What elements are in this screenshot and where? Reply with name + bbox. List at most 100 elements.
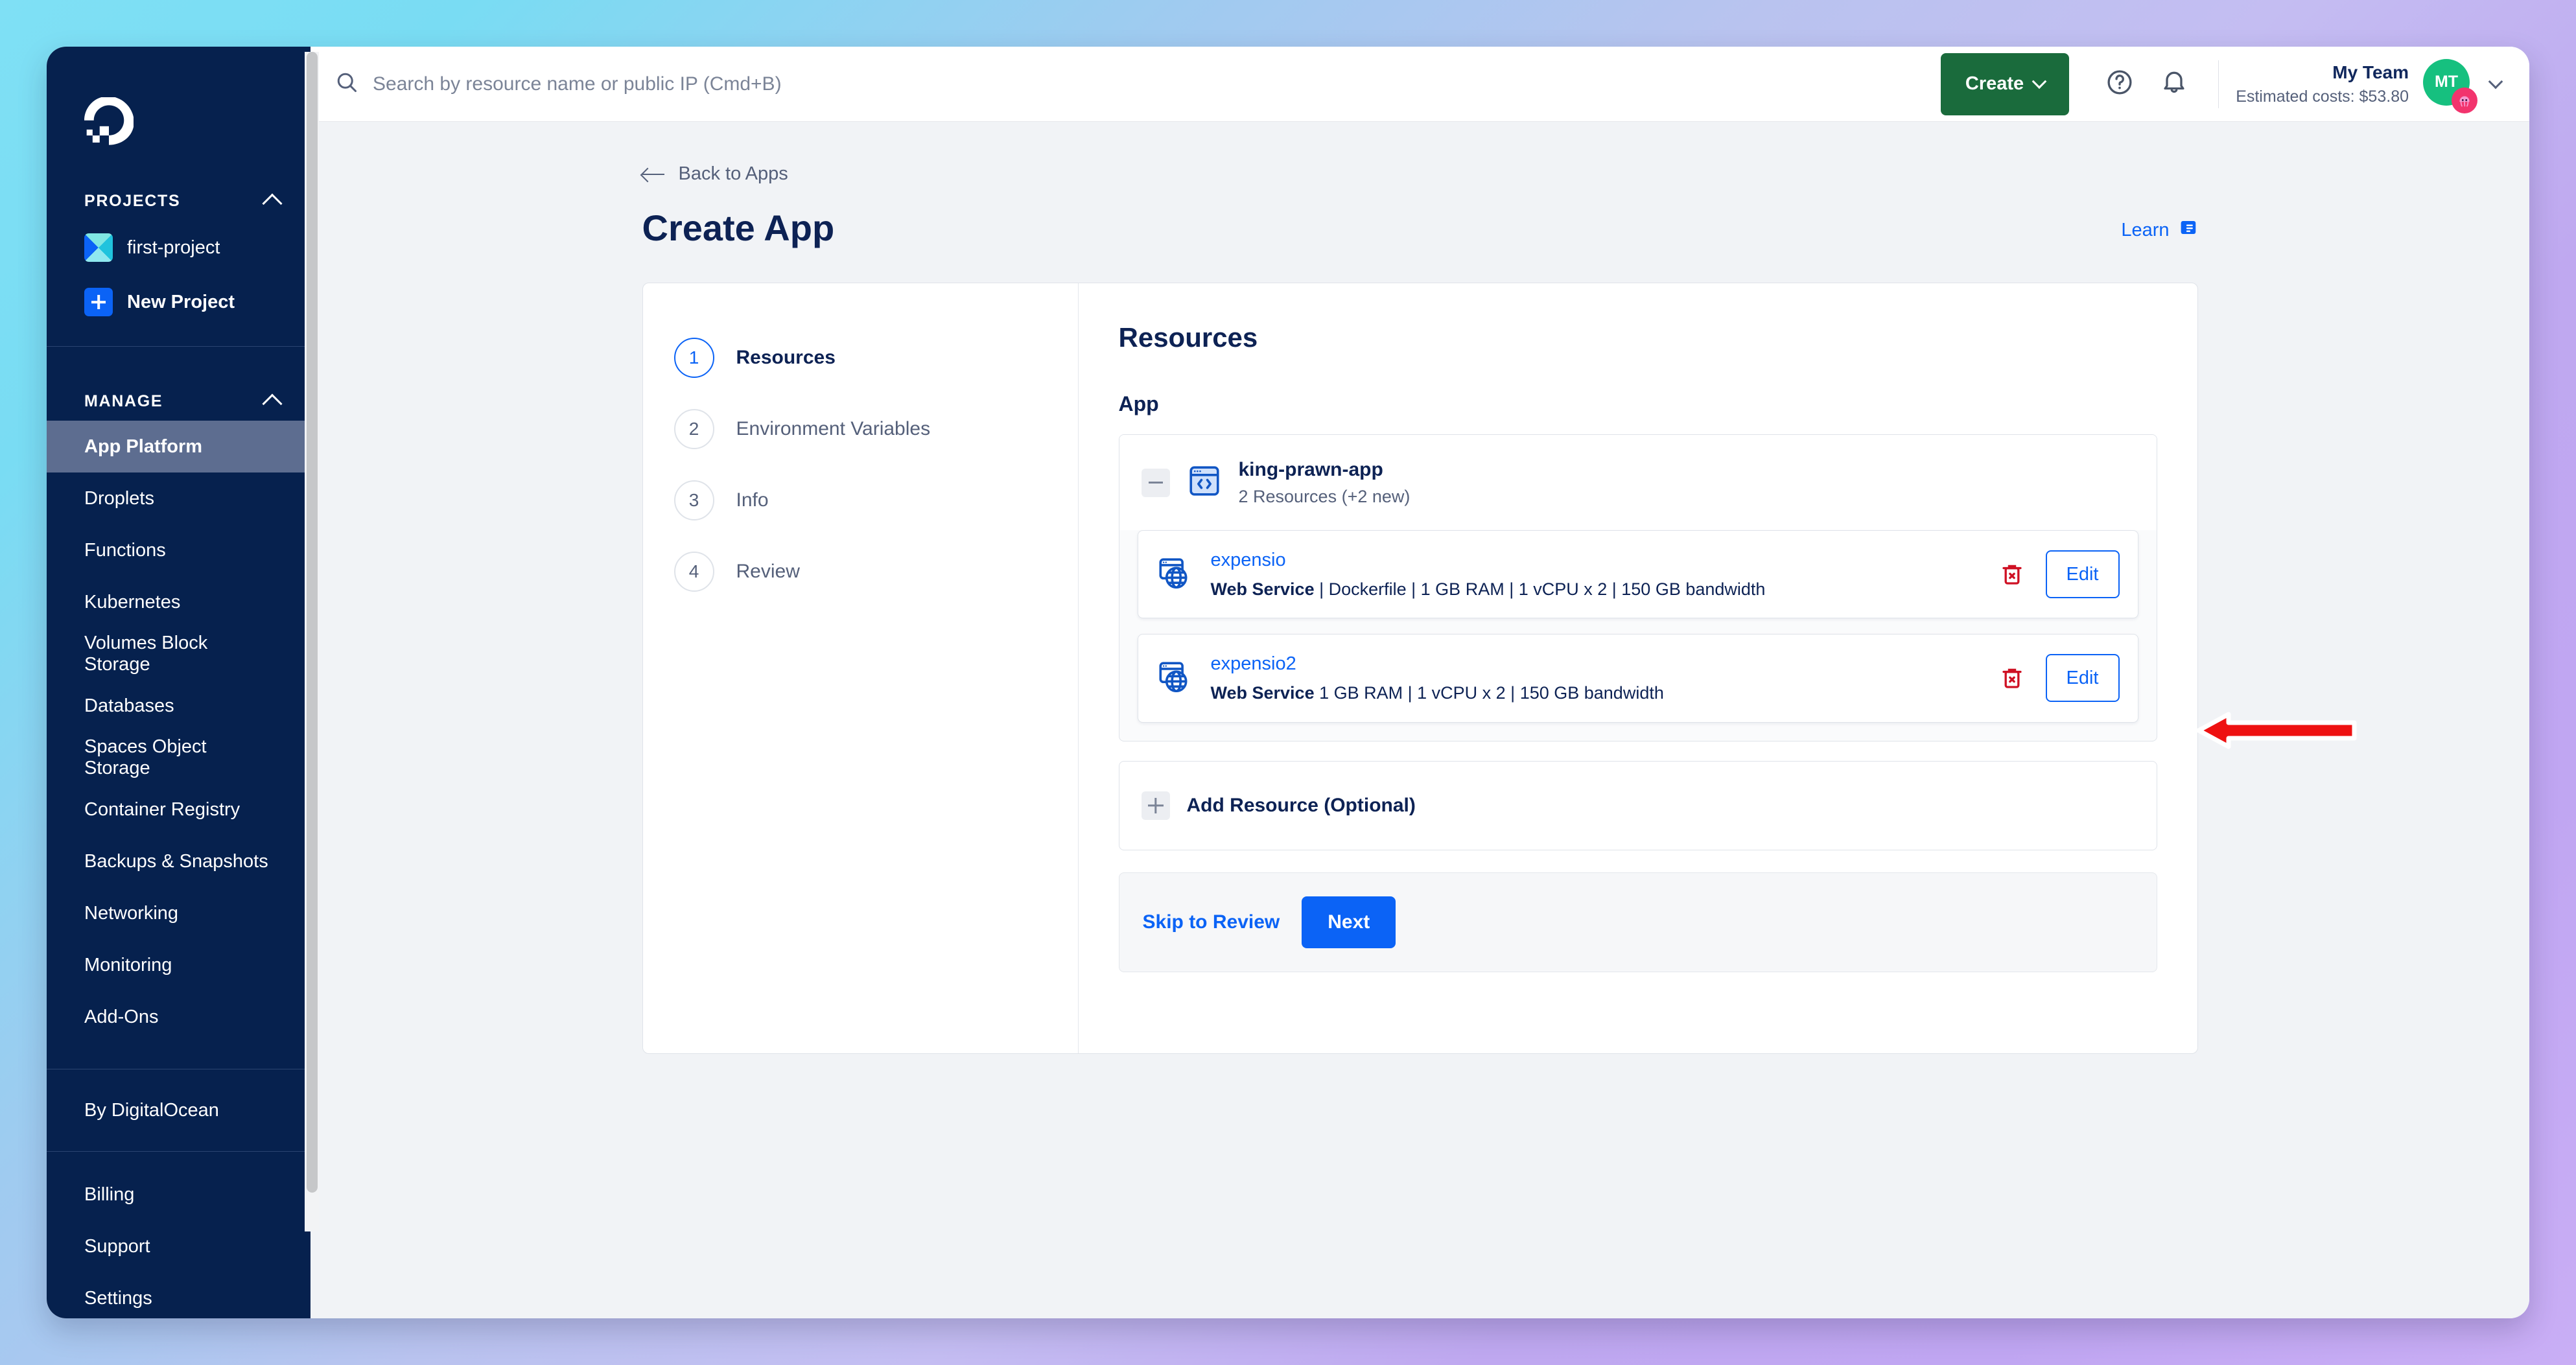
content-area: Back to Apps Create App Learn 1 Resource…	[310, 122, 2529, 1318]
sidebar-item-label: Databases	[84, 695, 174, 716]
sidebar-item-databases[interactable]: Databases	[47, 680, 310, 732]
search-input[interactable]	[373, 73, 1941, 95]
step-number: 1	[673, 338, 714, 378]
sidebar-item-label: Container Registry	[84, 799, 240, 820]
sidebar-item-new-project[interactable]: New Project	[47, 275, 310, 329]
sidebar-item-label: Functions	[84, 539, 166, 561]
trash-icon[interactable]	[1995, 557, 2029, 591]
sidebar-item-networking[interactable]: Networking	[47, 887, 310, 939]
divider	[47, 1151, 310, 1152]
sidebar-item-settings[interactable]: Settings	[47, 1272, 310, 1318]
sidebar-item-kubernetes[interactable]: Kubernetes	[47, 576, 310, 628]
page-header: Create App Learn	[642, 207, 2198, 249]
sidebar-item-label: Volumes Block Storage	[84, 633, 208, 675]
digitalocean-logo[interactable]	[84, 96, 134, 146]
wizard-step-info[interactable]: 3 Info	[643, 465, 1078, 536]
wizard-steps: 1 Resources 2 Environment Variables 3 In…	[643, 283, 1079, 1053]
divider	[2218, 60, 2219, 108]
edit-button[interactable]: Edit	[2045, 654, 2120, 703]
sidebar-item-add-ons[interactable]: Add-Ons	[47, 991, 310, 1043]
resource-name-link[interactable]: expensio	[1211, 548, 1995, 573]
chevron-down-icon[interactable]	[2488, 74, 2503, 89]
skip-to-review-link[interactable]: Skip to Review	[1143, 911, 1280, 933]
sidebar-item-monitoring[interactable]: Monitoring	[47, 939, 310, 991]
sidebar-item-label: By DigitalOcean	[84, 1099, 219, 1121]
web-service-icon	[1156, 658, 1197, 699]
sidebar-item-support[interactable]: Support	[47, 1220, 310, 1272]
minus-icon[interactable]	[1141, 468, 1170, 497]
sidebar-item-container-registry[interactable]: Container Registry	[47, 784, 310, 835]
edit-button[interactable]: Edit	[2045, 550, 2120, 599]
sidebar-item-label: Support	[84, 1235, 150, 1257]
next-button[interactable]: Next	[1302, 896, 1396, 948]
estimated-costs: Estimated costs: $53.80	[2236, 87, 2409, 106]
trash-icon[interactable]	[1995, 661, 2029, 695]
wizard-step-review[interactable]: 4 Review	[643, 536, 1078, 607]
notifications-button[interactable]	[2147, 57, 2201, 111]
panel-title: Resources	[1118, 322, 1258, 353]
sidebar-item-label: first-project	[127, 237, 220, 258]
sidebar-item-by-digitalocean[interactable]: By DigitalOcean	[47, 1069, 310, 1151]
create-button[interactable]: Create	[1940, 52, 2070, 115]
sidebar-item-label: Monitoring	[84, 954, 172, 975]
team-name: My Team	[2332, 62, 2409, 82]
wizard-step-resources[interactable]: 1 Resources	[643, 322, 1078, 393]
jellyfish-icon	[2452, 87, 2477, 113]
add-resource-button[interactable]: Add Resource (Optional)	[1118, 760, 2157, 850]
top-bar: Create	[310, 47, 2529, 122]
project-swatch-icon	[84, 233, 113, 262]
manage-section-label: MANAGE	[84, 391, 163, 410]
back-to-apps-link[interactable]: Back to Apps	[642, 163, 2198, 185]
help-button[interactable]	[2092, 57, 2147, 111]
sidebar-item-label: Billing	[84, 1184, 135, 1205]
divider	[47, 346, 310, 347]
resource-name-link[interactable]: expensio2	[1211, 651, 1995, 677]
wizard-footer: Skip to Review Next	[1118, 872, 2157, 972]
create-app-wizard: 1 Resources 2 Environment Variables 3 In…	[642, 283, 2198, 1054]
app-name: king-prawn-app	[1238, 459, 1383, 480]
code-window-icon	[1186, 462, 1223, 503]
web-service-icon	[1156, 554, 1197, 595]
step-label: Environment Variables	[736, 418, 931, 439]
sidebar-item-billing[interactable]: Billing	[47, 1169, 310, 1220]
sidebar-item-functions[interactable]: Functions	[47, 524, 310, 576]
chevron-up-icon[interactable]	[262, 393, 283, 414]
search-icon	[335, 71, 358, 97]
arrow-left-icon	[642, 173, 664, 175]
table-row: expensio Web Service | Dockerfile | 1 GB…	[1137, 530, 2138, 619]
step-number: 4	[673, 552, 714, 592]
sidebar-item-label: Kubernetes	[84, 591, 181, 612]
step-label: Info	[736, 489, 769, 511]
resource-list: expensio Web Service | Dockerfile | 1 GB…	[1119, 530, 2157, 740]
search-container[interactable]	[335, 71, 1941, 97]
sidebar-item-app-platform[interactable]: App Platform	[47, 421, 310, 472]
resource-type: Web Service	[1210, 579, 1315, 599]
sidebar-item-label: Spaces Object Storage	[84, 736, 207, 778]
step-number: 2	[673, 409, 714, 449]
sidebar-item-label: Networking	[84, 902, 179, 924]
sidebar-item-spaces-object-storage[interactable]: Spaces Object Storage	[47, 732, 310, 784]
back-to-apps-label: Back to Apps	[678, 163, 788, 184]
avatar[interactable]: MT	[2423, 58, 2477, 113]
sidebar-item-backups-snapshots[interactable]: Backups & Snapshots	[47, 835, 310, 887]
resource-type: Web Service	[1210, 682, 1315, 703]
learn-link[interactable]: Learn	[2121, 218, 2197, 242]
team-info[interactable]: My Team Estimated costs: $53.80	[2236, 61, 2409, 107]
sidebar-item-label: App Platform	[84, 436, 203, 457]
sidebar-item-volumes-block-storage[interactable]: Volumes Block Storage	[47, 628, 310, 680]
chevron-down-icon	[2032, 73, 2047, 89]
projects-section-label: PROJECTS	[84, 191, 181, 210]
page-title: Create App	[642, 207, 835, 248]
sidebar-item-first-project[interactable]: first-project	[47, 220, 310, 275]
learn-label: Learn	[2121, 219, 2170, 240]
app-section-label: App	[1118, 392, 1159, 415]
sidebar-section-projects[interactable]: PROJECTS	[47, 181, 310, 220]
sidebar-section-manage[interactable]: MANAGE	[47, 382, 310, 421]
wizard-step-environment-variables[interactable]: 2 Environment Variables	[643, 393, 1078, 465]
sidebar-item-droplets[interactable]: Droplets	[47, 472, 310, 524]
chevron-up-icon[interactable]	[262, 192, 283, 214]
document-icon	[2179, 218, 2198, 242]
app-resource-group: king-prawn-app 2 Resources (+2 new) expe…	[1118, 434, 2157, 741]
app-resource-count: 2 Resources (+2 new)	[1238, 486, 1411, 506]
resources-panel: Resources App king-prawn-app 2 Resources…	[1079, 283, 2197, 1053]
